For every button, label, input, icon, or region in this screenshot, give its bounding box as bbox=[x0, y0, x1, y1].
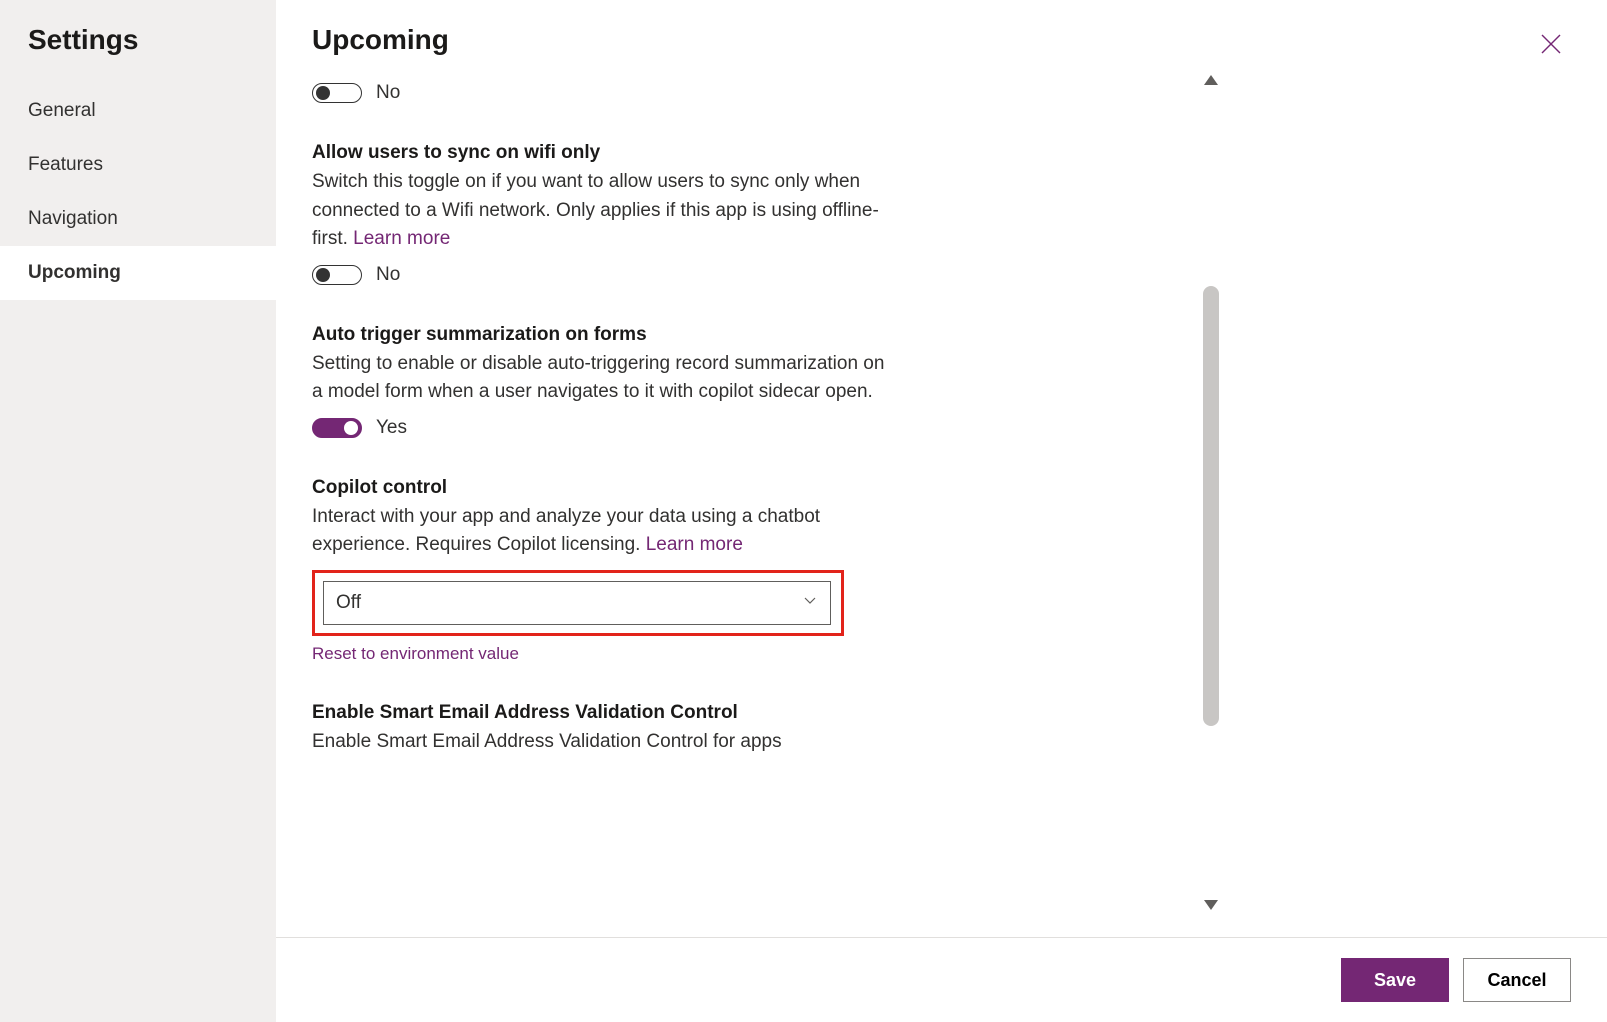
scrollbar bbox=[1196, 64, 1226, 937]
cancel-button[interactable]: Cancel bbox=[1463, 958, 1571, 1002]
learn-more-link[interactable]: Learn more bbox=[646, 534, 743, 555]
sidebar-item-label: Upcoming bbox=[28, 262, 121, 283]
setting-description: Enable Smart Email Address Validation Co… bbox=[312, 728, 892, 757]
settings-content: No Allow users to sync on wifi only Swit… bbox=[276, 64, 1196, 937]
main-header: Upcoming bbox=[276, 0, 1607, 64]
save-button[interactable]: Save bbox=[1341, 958, 1449, 1002]
learn-more-link[interactable]: Learn more bbox=[353, 228, 450, 249]
setting-description: Switch this toggle on if you want to all… bbox=[312, 168, 892, 254]
content-wrapper: No Allow users to sync on wifi only Swit… bbox=[276, 64, 1607, 937]
setting-copilot-control: Copilot control Interact with your app a… bbox=[312, 477, 1160, 664]
toggle-wifi-sync[interactable] bbox=[312, 265, 362, 285]
toggle-row: No bbox=[312, 264, 1160, 286]
setting-smart-email: Enable Smart Email Address Validation Co… bbox=[312, 702, 1160, 757]
setting-auto-trigger: Auto trigger summarization on forms Sett… bbox=[312, 324, 1160, 439]
setting-title: Auto trigger summarization on forms bbox=[312, 324, 1160, 346]
sidebar-item-general[interactable]: General bbox=[0, 84, 276, 138]
page-title: Upcoming bbox=[312, 24, 449, 56]
sidebar-item-label: Navigation bbox=[28, 208, 118, 229]
toggle-label: Yes bbox=[376, 417, 407, 439]
highlight-box: Off bbox=[312, 570, 844, 636]
toggle-label: No bbox=[376, 264, 400, 286]
main-panel: Upcoming No bbox=[276, 0, 1607, 1022]
settings-sidebar: Settings General Features Navigation Upc… bbox=[0, 0, 276, 1022]
close-button[interactable] bbox=[1531, 24, 1571, 64]
sidebar-item-navigation[interactable]: Navigation bbox=[0, 192, 276, 246]
setting-top-partial: No bbox=[312, 82, 1160, 104]
sidebar-item-label: General bbox=[28, 100, 96, 121]
sidebar-title: Settings bbox=[0, 24, 276, 84]
setting-description: Setting to enable or disable auto-trigge… bbox=[312, 350, 892, 407]
setting-description: Interact with your app and analyze your … bbox=[312, 503, 892, 560]
toggle-row: Yes bbox=[312, 417, 1160, 439]
app-root: Settings General Features Navigation Upc… bbox=[0, 0, 1607, 1022]
dropdown-value: Off bbox=[336, 592, 361, 614]
scroll-thumb[interactable] bbox=[1203, 286, 1219, 726]
triangle-down-icon bbox=[1204, 897, 1218, 914]
reset-to-env-link[interactable]: Reset to environment value bbox=[312, 644, 1160, 664]
sidebar-item-label: Features bbox=[28, 154, 103, 175]
close-icon bbox=[1539, 32, 1563, 56]
triangle-up-icon bbox=[1204, 72, 1218, 89]
toggle-row: No bbox=[312, 82, 1160, 104]
toggle-top[interactable] bbox=[312, 83, 362, 103]
sidebar-item-features[interactable]: Features bbox=[0, 138, 276, 192]
footer-bar: Save Cancel bbox=[276, 937, 1607, 1022]
setting-wifi-sync: Allow users to sync on wifi only Switch … bbox=[312, 142, 1160, 286]
setting-desc-text: Interact with your app and analyze your … bbox=[312, 506, 820, 556]
setting-title: Copilot control bbox=[312, 477, 1160, 499]
chevron-down-icon bbox=[802, 592, 818, 613]
toggle-auto-trigger[interactable] bbox=[312, 418, 362, 438]
setting-title: Allow users to sync on wifi only bbox=[312, 142, 1160, 164]
scroll-down-button[interactable] bbox=[1202, 895, 1220, 917]
toggle-label: No bbox=[376, 82, 400, 104]
sidebar-item-upcoming[interactable]: Upcoming bbox=[0, 246, 276, 300]
copilot-dropdown[interactable]: Off bbox=[323, 581, 831, 625]
setting-title: Enable Smart Email Address Validation Co… bbox=[312, 702, 1160, 724]
scroll-track[interactable] bbox=[1203, 96, 1219, 891]
scroll-up-button[interactable] bbox=[1202, 70, 1220, 92]
